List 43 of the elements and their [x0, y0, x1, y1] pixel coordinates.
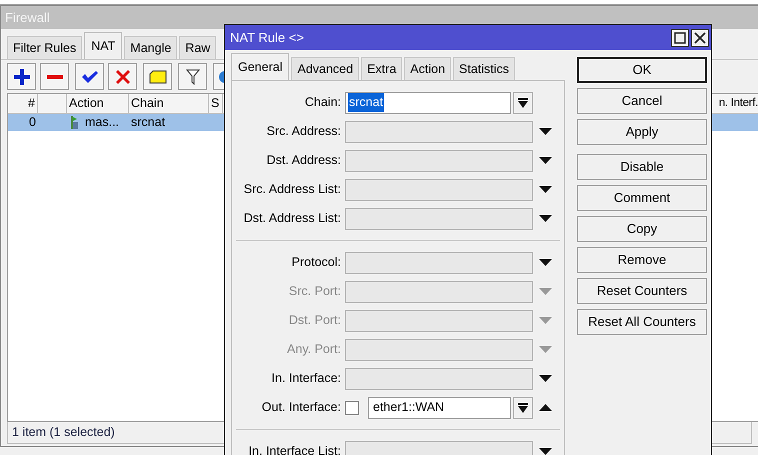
dialog-title: NAT Rule <>	[230, 28, 305, 47]
dialog-button[interactable]: Comment	[577, 185, 707, 211]
field-label: Chain:	[304, 94, 342, 112]
field-label: Src. Address List:	[242, 181, 342, 198]
selected-text: srcnat	[348, 93, 384, 112]
column-header[interactable]: Action	[67, 94, 129, 113]
tab[interactable]: Advanced	[291, 57, 360, 80]
tab[interactable]: Filter Rules	[7, 36, 82, 59]
chain-field[interactable]: srcnat	[345, 92, 511, 114]
field-label: In. Interface:	[270, 370, 342, 388]
dialog-button[interactable]: OK	[577, 57, 707, 83]
dialog-button[interactable]: Reset All Counters	[577, 309, 707, 335]
field-label: Any. Port:	[286, 341, 342, 358]
dialog-button[interactable]: Disable	[577, 154, 707, 180]
field-label: Out. Interface:	[260, 399, 342, 416]
tab[interactable]: NAT	[84, 32, 122, 59]
field-label: In. Interface List:	[248, 443, 342, 455]
dialog-button[interactable]: Remove	[577, 247, 707, 273]
tab[interactable]: Mangle	[124, 36, 178, 59]
field-label: Src. Address:	[266, 123, 342, 140]
tab[interactable]: General	[231, 53, 290, 80]
field-label: Protocol:	[290, 254, 342, 272]
column-header[interactable]: Chain	[129, 94, 209, 113]
tab[interactable]: Raw	[179, 36, 216, 59]
tab[interactable]: Action	[404, 57, 452, 80]
field-label: Dst. Port:	[288, 312, 342, 330]
table-cell-text: srcnat	[130, 114, 166, 132]
dialog-button[interactable]: Reset Counters	[577, 278, 707, 304]
input-field[interactable]: ether1::WAN	[368, 396, 511, 418]
dialog-button[interactable]: Copy	[577, 216, 707, 242]
field-label: Dst. Address:	[266, 152, 342, 170]
status-text: 1 item (1 selected)	[12, 424, 115, 442]
table-cell-text: mas...	[85, 114, 120, 132]
column-header[interactable]: n. Interf.	[718, 94, 758, 113]
tab[interactable]: Statistics	[453, 57, 516, 80]
dialog-button[interactable]: Cancel	[577, 88, 707, 114]
tab[interactable]: Extra	[361, 57, 402, 80]
column-header[interactable]: S	[209, 94, 223, 113]
column-header[interactable]: #	[8, 94, 38, 113]
field-label: Dst. Address List:	[242, 210, 342, 228]
field-label: Src. Port:	[288, 283, 342, 300]
dialog-button[interactable]: Apply	[577, 119, 707, 145]
table-cell-text: 0	[28, 114, 37, 132]
